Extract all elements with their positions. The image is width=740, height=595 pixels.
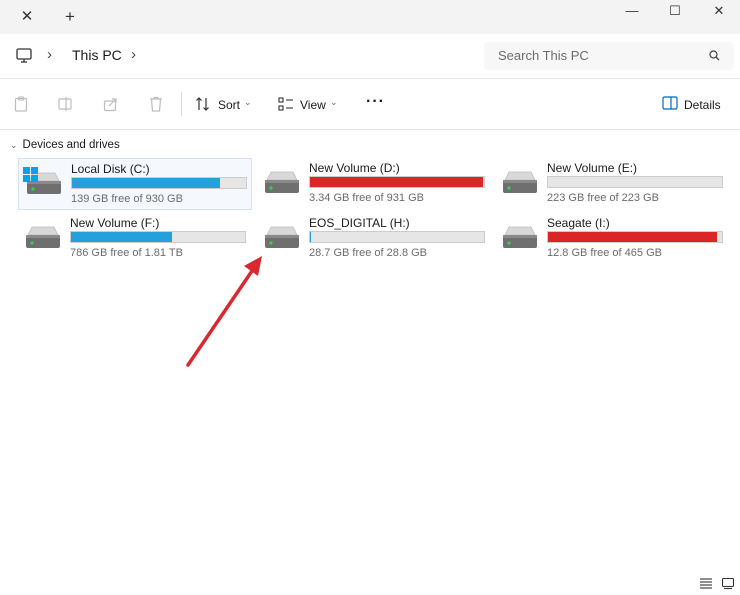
annotation-arrow — [186, 256, 262, 367]
